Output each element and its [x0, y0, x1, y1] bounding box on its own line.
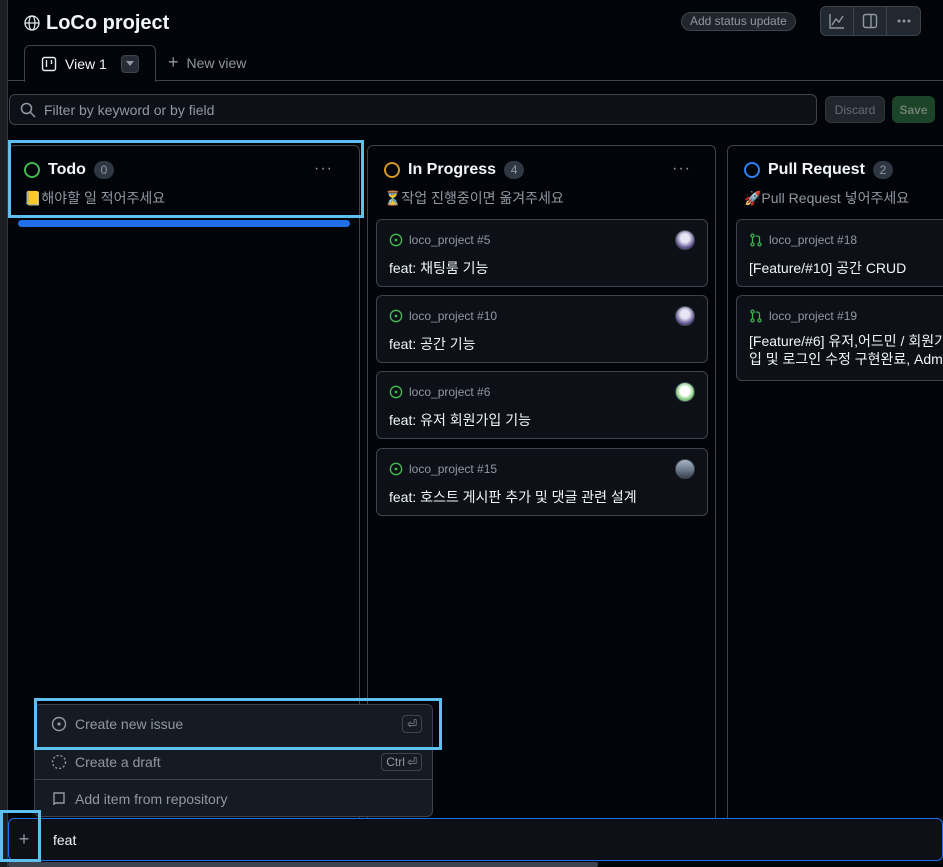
card-title[interactable]: feat: 유저 회원가입 기능	[389, 410, 531, 430]
card-title[interactable]: feat: 호스트 게시판 추가 및 댓글 관련 설계	[389, 487, 637, 507]
card-meta: loco_project #6	[389, 385, 490, 399]
new-view-label: New view	[186, 54, 247, 71]
new-view-button[interactable]: + New view	[168, 52, 246, 73]
issue-card[interactable]: loco_project #10 feat: 공간 기능	[376, 295, 708, 363]
card-meta: loco_project #19	[749, 309, 857, 323]
page-title: LoCo project	[46, 11, 170, 34]
card-repo-number[interactable]: loco_project #18	[769, 233, 857, 247]
return-icon: ⏎	[406, 754, 417, 769]
tab-label: View 1	[65, 56, 107, 72]
status-circle-icon	[744, 162, 760, 178]
card-repo-number[interactable]: loco_project #10	[409, 309, 497, 323]
avatar[interactable]	[675, 306, 695, 326]
ctrl-enter-key-hint: Ctrl ⏎	[381, 752, 422, 771]
filter-placeholder: Filter by keyword or by field	[44, 101, 215, 118]
issue-open-icon	[389, 309, 403, 323]
pr-card[interactable]: loco_project #19 [Feature/#6] 유저,어드민 / 회…	[736, 295, 943, 381]
plus-icon: +	[168, 52, 179, 72]
project-header: LoCo project	[24, 10, 169, 36]
issue-card[interactable]: loco_project #6 feat: 유저 회원가입 기능	[376, 371, 708, 439]
kebab-horizontal-icon	[897, 19, 910, 23]
issue-open-icon	[389, 462, 403, 476]
card-meta: loco_project #15	[389, 462, 497, 476]
side-panel-button[interactable]	[854, 7, 887, 35]
issue-open-icon	[389, 385, 403, 399]
card-title[interactable]: feat: 채팅룸 기능	[389, 258, 488, 278]
repo-icon	[53, 791, 65, 805]
sidebar-icon	[862, 13, 878, 29]
avatar[interactable]	[675, 459, 695, 479]
drop-indicator	[18, 220, 350, 227]
issue-card[interactable]: loco_project #5 feat: 채팅룸 기능	[376, 219, 708, 287]
column-description: ⏳작업 진행중이면 옮겨주세요	[384, 190, 564, 206]
column-header: Pull Request 2	[744, 161, 893, 179]
card-title[interactable]: feat: 공간 기능	[389, 334, 476, 354]
column-header: In Progress 4	[384, 161, 525, 179]
ctrl-key: Ctrl	[386, 754, 405, 769]
view-options-button[interactable]	[120, 55, 139, 73]
card-meta: loco_project #18	[749, 233, 857, 247]
avatar[interactable]	[675, 382, 695, 402]
add-status-update-button[interactable]: Add status update	[681, 12, 796, 31]
column-name: Pull Request	[768, 161, 865, 178]
git-pull-request-icon	[750, 233, 762, 247]
globe-icon	[24, 15, 40, 31]
card-title[interactable]: [Feature/#6] 유저,어드민 / 회원가입 및 로그인 수정 구현완료…	[749, 332, 943, 368]
column-count: 4	[504, 161, 525, 179]
view-tabs: View 1 + New view	[8, 44, 943, 82]
status-circle-icon	[384, 162, 400, 178]
issue-card[interactable]: loco_project #15 feat: 호스트 게시판 추가 및 댓글 관…	[376, 448, 708, 516]
column-menu-button[interactable]: ···	[672, 160, 691, 178]
menu-item-label: Create a draft	[75, 753, 161, 770]
column-count: 2	[872, 161, 893, 179]
highlight-create-issue	[34, 698, 442, 750]
draft-icon	[51, 754, 67, 769]
highlight-plus-button	[0, 810, 41, 862]
insights-button[interactable]	[821, 7, 854, 35]
card-title[interactable]: [Feature/#10] 공간 CRUD	[749, 258, 906, 278]
git-pull-request-icon	[750, 309, 762, 323]
triangle-down-icon	[125, 61, 134, 66]
pr-card[interactable]: loco_project #18 [Feature/#10] 공간 CRUD	[736, 219, 943, 287]
add-item-value: feat	[53, 831, 77, 848]
column-name: In Progress	[408, 161, 497, 178]
save-button[interactable]: Save	[892, 96, 935, 123]
avatar[interactable]	[675, 230, 695, 250]
left-edge-panel	[0, 0, 8, 867]
card-repo-number[interactable]: loco_project #15	[409, 462, 497, 476]
card-meta: loco_project #5	[389, 233, 490, 247]
issue-open-icon	[389, 233, 403, 247]
graph-icon	[829, 14, 844, 29]
column-pull-request: Pull Request 2 🚀Pull Request 넣어주세요 loco_…	[727, 145, 943, 845]
card-repo-number[interactable]: loco_project #5	[409, 233, 490, 247]
add-from-repository-item[interactable]: Add item from repository	[35, 780, 432, 817]
menu-item-label: Add item from repository	[75, 790, 228, 807]
card-repo-number[interactable]: loco_project #6	[409, 385, 490, 399]
card-meta: loco_project #10	[389, 309, 497, 323]
tab-view-1[interactable]: View 1	[24, 45, 156, 82]
discard-button[interactable]: Discard	[825, 96, 885, 123]
board-icon	[41, 56, 57, 72]
filter-input[interactable]: Filter by keyword or by field	[9, 94, 817, 125]
card-repo-number[interactable]: loco_project #19	[769, 309, 857, 323]
highlight-todo-header	[8, 140, 364, 218]
header-toolbar	[820, 6, 921, 36]
horizontal-scrollbar[interactable]	[8, 862, 598, 867]
more-options-button[interactable]	[887, 7, 920, 35]
column-description: 🚀Pull Request 넣어주세요	[744, 190, 910, 206]
search-icon	[20, 102, 36, 118]
add-item-input[interactable]: + feat	[8, 818, 943, 861]
